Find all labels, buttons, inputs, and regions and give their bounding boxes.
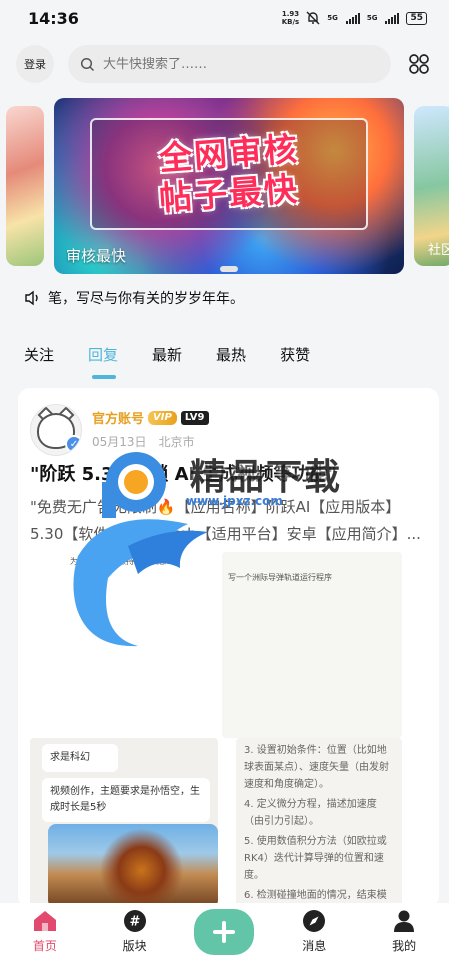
banner-main-card[interactable]: 全网审核 帖子最快 审核最快 (54, 98, 404, 274)
post-image-3[interactable]: 求是科幻 视频创作，主题要求是孙悟空，生成时长是5秒 (30, 738, 218, 908)
nav-messages[interactable]: 消息 (284, 909, 344, 954)
tab-liked[interactable]: 获赞 (280, 344, 310, 365)
speaker-icon (25, 290, 38, 306)
tab-latest[interactable]: 最新 (152, 344, 182, 365)
network-speed: 1.93 KB/s (282, 10, 299, 26)
apps-grid-icon[interactable] (405, 50, 433, 78)
search-row: 登录 (0, 44, 449, 84)
watermark-text: 精品下载 (190, 457, 343, 498)
tab-hottest[interactable]: 最热 (216, 344, 246, 365)
banner-side-card-left[interactable] (6, 106, 44, 266)
nav-label: 消息 (302, 939, 327, 953)
mute-bell-icon (306, 11, 320, 25)
login-button[interactable]: 登录 (16, 45, 54, 83)
banner-carousel[interactable]: 全网审核 帖子最快 审核最快 社区 (0, 96, 449, 276)
user-icon (390, 909, 418, 933)
image-caption: 写一个洲际导弹轨道运行程序 (228, 573, 332, 582)
status-bar: 14:36 1.93 KB/s 5G 5G 55 (0, 0, 449, 36)
chat-bubble: 求是科幻 (42, 744, 118, 772)
verified-badge-icon: ✓ (65, 435, 81, 453)
code-step: 5. 使用数值积分方法（如欧拉或RK4）迭代计算导弹的位置和速度。 (244, 836, 387, 881)
sim1-label: 5G (327, 14, 338, 22)
code-step: 3. 设置初始条件：位置（比如地球表面某点）、速度矢量（由发射速度和角度确定）。 (244, 745, 389, 790)
nav-label: 版块 (122, 939, 147, 953)
chat-bubble: 视频创作，主题要求是孙悟空，生成时长是5秒 (42, 778, 210, 822)
author-name-row: 官方账号 VIP LV9 (92, 408, 209, 427)
announcement-marquee[interactable]: 笔，写尽与你有关的岁岁年年。 (0, 284, 449, 312)
level-badge: LV9 (180, 410, 209, 425)
nav-add[interactable] (194, 909, 255, 955)
nav-label: 首页 (32, 939, 57, 953)
home-icon (31, 909, 59, 933)
marquee-text: 笔，写尽与你有关的岁岁年年。 (48, 291, 244, 307)
carousel-indicator (220, 266, 238, 272)
battery-icon: 55 (406, 11, 427, 25)
search-box[interactable] (68, 45, 391, 83)
status-time: 14:36 (28, 8, 79, 28)
search-input[interactable] (103, 56, 379, 72)
hash-icon: # (121, 909, 149, 933)
svg-text:#: # (129, 915, 140, 930)
tab-follow[interactable]: 关注 (24, 344, 54, 365)
code-step: 4. 定义微分方程，描述加速度（由引力引起）。 (244, 799, 377, 827)
nav-home[interactable]: 首页 (15, 909, 75, 954)
video-thumbnail (48, 824, 218, 908)
sim2-label: 5G (366, 14, 378, 22)
author-name[interactable]: 官方账号 (92, 408, 144, 427)
signal-icon (345, 12, 360, 24)
nav-sections[interactable]: # 版块 (105, 909, 165, 954)
network-speed-value: 1.93 (281, 10, 300, 18)
watermark-url: www.jpxz.com (186, 494, 283, 508)
banner-headline-2: 帖子最快 (157, 169, 301, 218)
avatar[interactable]: ✓ (30, 404, 82, 456)
watermark-logo-icon (102, 452, 166, 518)
status-icons: 1.93 KB/s 5G 5G 55 (282, 10, 427, 26)
banner-side-card-right[interactable]: 社区 (414, 106, 449, 266)
compass-icon (300, 909, 328, 933)
nav-profile[interactable]: 我的 (374, 909, 434, 954)
search-icon (80, 57, 95, 71)
banner-caption: 审核最快 (66, 247, 127, 265)
post-image-4[interactable]: 3. 设置初始条件：位置（比如地球表面某点）、速度矢量（由发射速度和角度确定）。… (236, 738, 402, 908)
post-image-2[interactable]: 写一个洲际导弹轨道运行程序 (222, 552, 402, 738)
nav-label: 我的 (392, 939, 417, 953)
tab-replies[interactable]: 回复 (88, 344, 118, 379)
bottom-nav: 首页 # 版块 消息 我的 (0, 903, 449, 963)
plus-icon (194, 909, 255, 955)
network-speed-unit: KB/s (281, 18, 300, 26)
vip-badge: VIP (148, 410, 177, 425)
banner-side-label: 社区 (428, 243, 449, 258)
feed-tabs: 关注 回复 最新 最热 获赞 (24, 344, 344, 379)
banner-frame: 全网审核 帖子最快 (90, 118, 368, 230)
signal-icon (385, 12, 400, 24)
